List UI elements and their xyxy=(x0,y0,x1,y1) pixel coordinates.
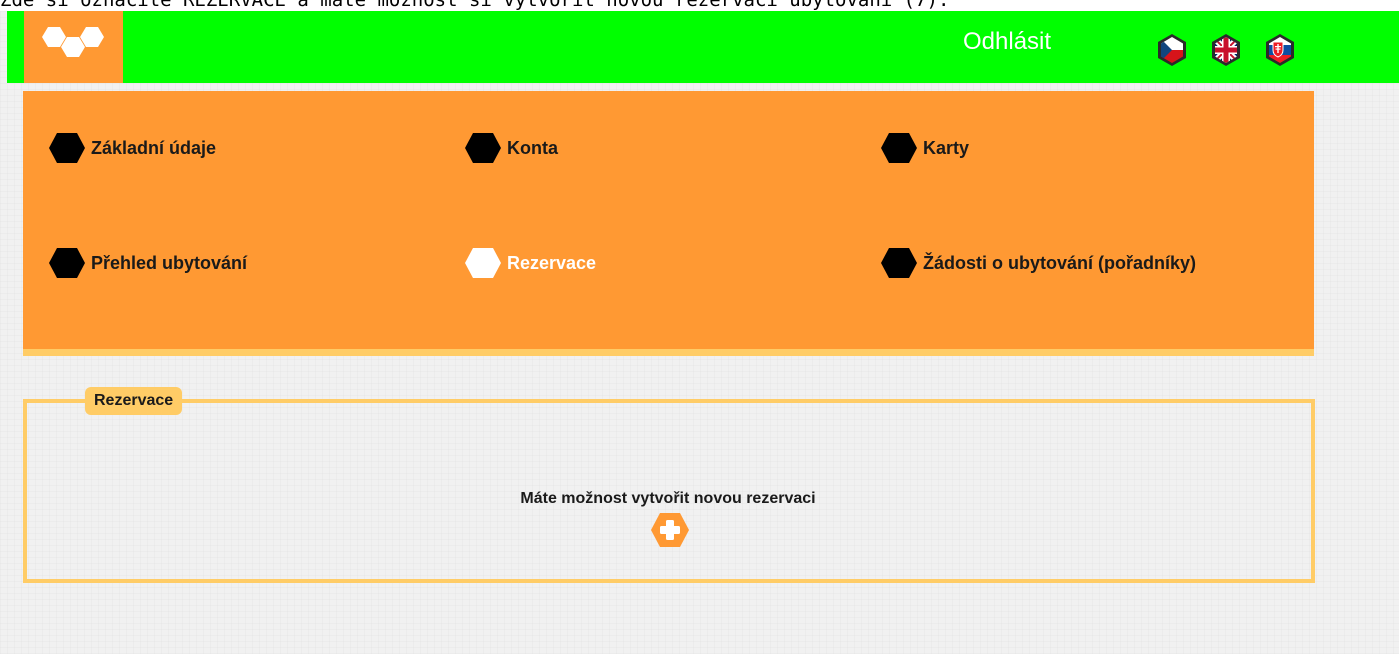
hexagon-icon xyxy=(49,248,85,278)
menu-item-accommodation-overview[interactable]: Přehled ubytování xyxy=(48,247,247,279)
logout-link[interactable]: Odhlásit xyxy=(963,27,1051,57)
new-reservation-text: Máte možnost vytvořit novou rezervaci xyxy=(520,490,816,507)
plus-hexagon-icon xyxy=(651,513,689,547)
reservation-legend: Rezervace xyxy=(85,387,183,415)
menu-item-label: Přehled ubytování xyxy=(91,252,248,273)
menu-item-label: Karty xyxy=(923,137,970,158)
menu-item-reservations[interactable]: Rezervace xyxy=(464,247,596,279)
add-reservation-button[interactable] xyxy=(650,512,690,548)
uk-flag-icon[interactable] xyxy=(1209,33,1243,67)
instruction-caption: Zde si označíte REZERVACE a máte možnost… xyxy=(0,0,1399,11)
menu-item-label: Základní údaje xyxy=(91,137,217,158)
menu-item-label: Žádosti o ubytování (pořadníky) xyxy=(923,252,1197,273)
menu-item-label: Konta xyxy=(507,137,558,158)
menu-item-cards[interactable]: Karty xyxy=(880,132,969,164)
slovak-flag-icon[interactable] xyxy=(1263,33,1297,67)
honeycomb-logo-icon xyxy=(42,27,104,57)
menu-item-label: Rezervace xyxy=(507,252,597,273)
menu-item-basic-info[interactable]: Základní údaje xyxy=(48,132,216,164)
hexagon-icon xyxy=(881,248,917,278)
menu-item-accounts[interactable]: Konta xyxy=(464,132,558,164)
hexagon-icon xyxy=(49,133,85,163)
top-navigation-bar: Odhlásit xyxy=(7,11,1399,83)
hexagon-icon xyxy=(881,133,917,163)
hexagon-icon xyxy=(465,133,501,163)
hexagon-icon xyxy=(465,248,501,278)
menu-item-accommodation-requests[interactable]: Žádosti o ubytování (pořadníky) xyxy=(880,247,1196,279)
main-menu-panel xyxy=(23,91,1314,356)
czech-flag-icon[interactable] xyxy=(1155,33,1189,67)
logo[interactable] xyxy=(24,11,123,83)
